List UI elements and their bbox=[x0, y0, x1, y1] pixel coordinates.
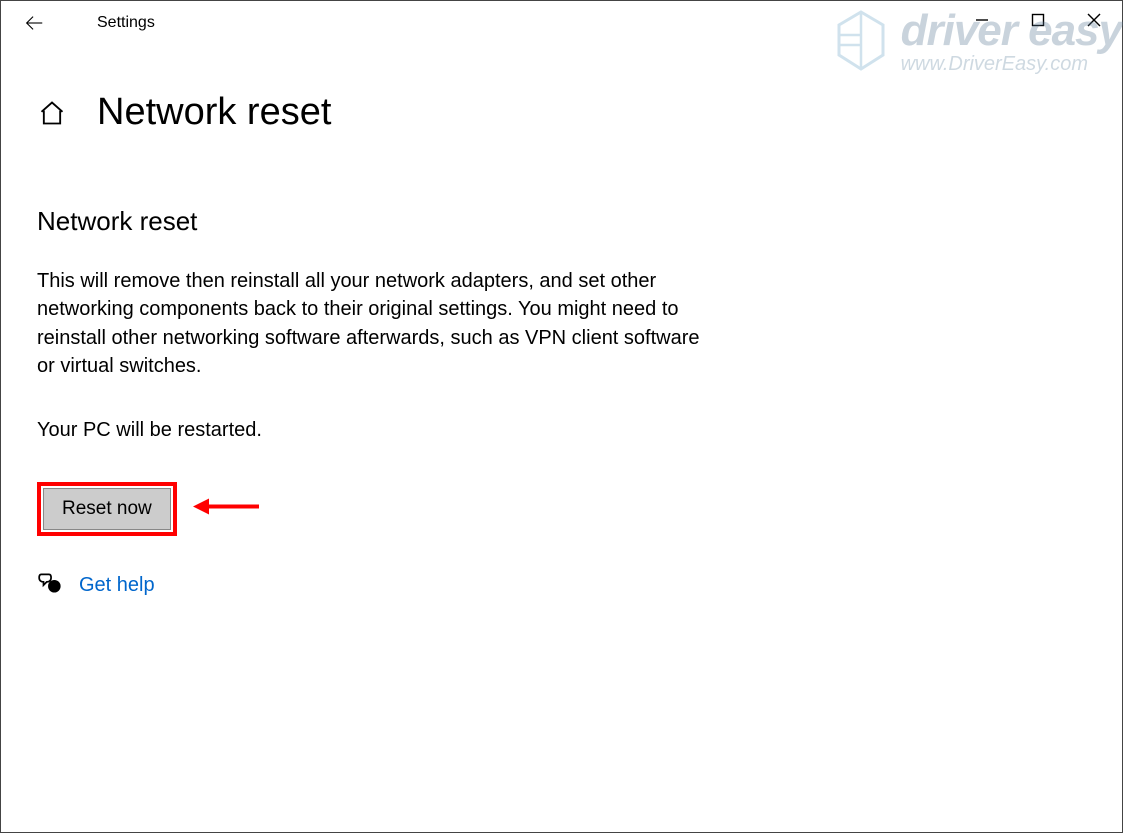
watermark-url: www.DriverEasy.com bbox=[901, 55, 1122, 73]
close-button[interactable] bbox=[1066, 1, 1122, 39]
annotation-highlight: Reset now bbox=[37, 482, 177, 536]
description-text: This will remove then reinstall all your… bbox=[37, 267, 701, 381]
restart-note: Your PC will be restarted. bbox=[37, 419, 701, 442]
page-title: Network reset bbox=[97, 91, 331, 134]
minimize-button[interactable] bbox=[954, 1, 1010, 39]
svg-text:?: ? bbox=[52, 583, 57, 592]
back-button[interactable] bbox=[23, 3, 63, 43]
maximize-button[interactable] bbox=[1010, 1, 1066, 39]
app-title: Settings bbox=[97, 14, 155, 32]
reset-now-button[interactable]: Reset now bbox=[43, 488, 171, 530]
section-heading: Network reset bbox=[37, 206, 701, 237]
get-help-link[interactable]: Get help bbox=[79, 574, 155, 597]
home-button[interactable] bbox=[37, 98, 67, 128]
chat-help-icon: ? bbox=[37, 570, 63, 601]
annotation-arrow-icon bbox=[191, 495, 261, 522]
